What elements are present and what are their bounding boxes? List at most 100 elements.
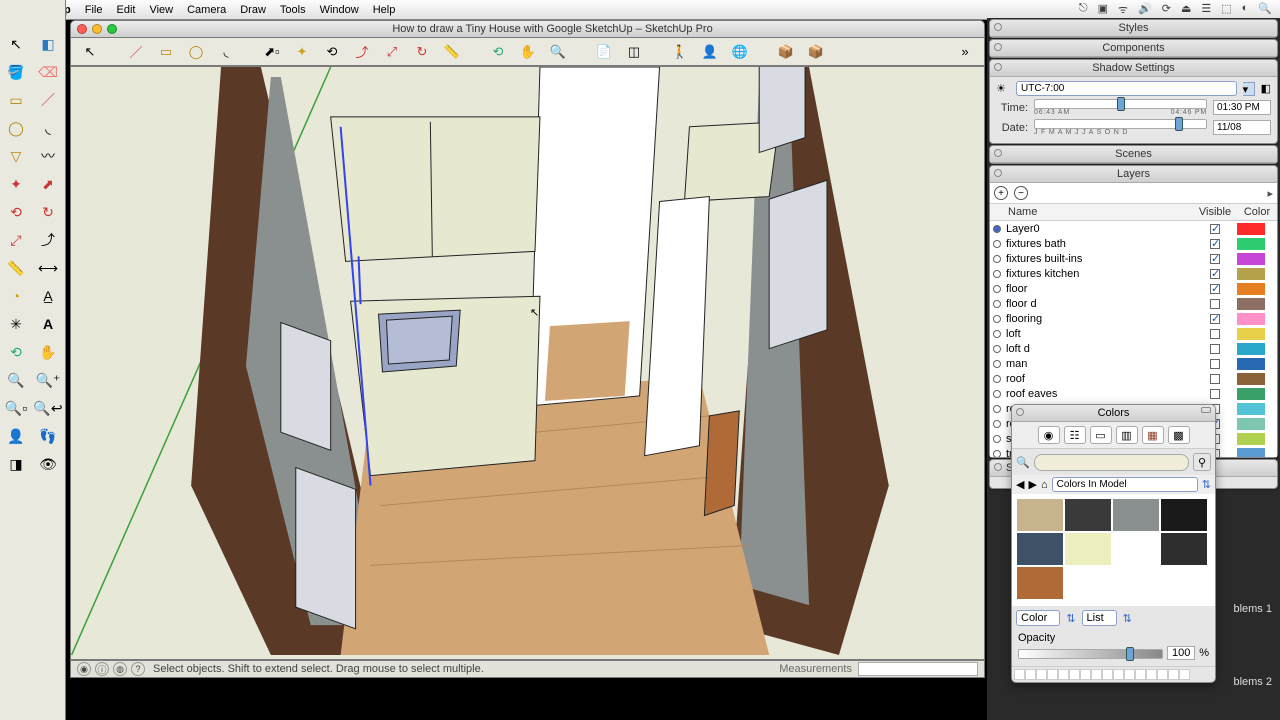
minimize-icon[interactable] [92, 24, 102, 34]
menu-camera[interactable]: Camera [187, 4, 226, 16]
layer-color-swatch[interactable] [1237, 403, 1265, 415]
layer-row[interactable]: flooring [990, 311, 1277, 326]
layer-visible-checkbox[interactable] [1193, 224, 1237, 234]
tray-icon[interactable]: ⏏ [1181, 2, 1191, 17]
zoom-window-tool[interactable]: 🔍▫ [1, 395, 31, 421]
date-slider[interactable] [1034, 119, 1207, 129]
scale-tool[interactable]: ⤢ [1, 227, 31, 253]
layer-visible-checkbox[interactable] [1193, 389, 1237, 399]
layer-color-swatch[interactable] [1237, 373, 1265, 385]
layer-radio[interactable] [990, 405, 1004, 413]
layer-visible-checkbox[interactable] [1193, 299, 1237, 309]
tray-icon[interactable]: ▣ [1098, 2, 1108, 17]
orbit-tool[interactable]: ⟲ [1, 339, 31, 365]
spotlight-icon[interactable]: 🔍 [1258, 2, 1272, 17]
layer-color-swatch[interactable] [1237, 358, 1265, 370]
home-icon[interactable]: ⌂ [1041, 479, 1048, 491]
tray-icon[interactable]: ⎋ [1079, 2, 1088, 17]
layer-color-swatch[interactable] [1237, 253, 1265, 265]
warehouse-tool[interactable]: 📦 [775, 41, 797, 63]
extension-tool[interactable]: 📦 [805, 41, 827, 63]
dimension-tool[interactable]: ⟷ [33, 255, 63, 281]
zoom-extents-tool[interactable]: 🔍⁺ [33, 367, 63, 393]
menu-help[interactable]: Help [373, 4, 396, 16]
time-value[interactable]: 01:30 PM [1213, 100, 1271, 115]
layer-row[interactable]: Layer0 [990, 221, 1277, 236]
3dtext-tool[interactable]: A [33, 311, 63, 337]
pan-tool[interactable]: ✋ [517, 41, 539, 63]
paint-tool[interactable]: 🪣 [1, 59, 31, 85]
select-tool[interactable]: ↖ [1, 31, 31, 57]
hint-icon[interactable]: ⓘ [95, 662, 109, 676]
layer-radio[interactable] [990, 390, 1004, 398]
walk-tool[interactable]: 🚶 [669, 41, 691, 63]
orbit-tool[interactable]: ⟲ [487, 41, 509, 63]
color-swatch[interactable] [1064, 532, 1112, 566]
line-tool[interactable]: ／ [125, 41, 147, 63]
layer-row[interactable]: fixtures built-ins [990, 251, 1277, 266]
layer-row[interactable]: roof eaves [990, 386, 1277, 401]
layer-radio[interactable] [990, 375, 1004, 383]
section-tool[interactable]: ◫ [623, 41, 645, 63]
eraser-tool[interactable]: ⌫ [33, 59, 63, 85]
move-tool[interactable]: ✦ [1, 171, 31, 197]
layer-color-swatch[interactable] [1237, 328, 1265, 340]
help-icon[interactable]: ? [131, 662, 145, 676]
rectangle-tool[interactable]: ▭ [155, 41, 177, 63]
texture-picker-icon[interactable]: ▩ [1168, 426, 1190, 444]
tape-tool[interactable]: 📏 [441, 41, 463, 63]
crayons-picker-icon[interactable]: ▥ [1116, 426, 1138, 444]
image-picker-icon[interactable]: ▭ [1090, 426, 1112, 444]
color-swatch[interactable] [1064, 498, 1112, 532]
library-select[interactable]: Colors In Model [1052, 477, 1198, 492]
hint-icon[interactable]: ◉ [77, 662, 91, 676]
dropdown-icon[interactable]: ▾ [1243, 82, 1255, 96]
tray-icon[interactable]: ⬚ [1221, 2, 1231, 17]
menu-draw[interactable]: Draw [240, 4, 266, 16]
offset-tool[interactable]: ⤴ [351, 41, 373, 63]
layer-visible-checkbox[interactable] [1193, 329, 1237, 339]
tape-tool[interactable]: 📏 [1, 255, 31, 281]
layer-radio[interactable] [990, 315, 1004, 323]
layer-row[interactable]: man [990, 356, 1277, 371]
layer-visible-checkbox[interactable] [1193, 344, 1237, 354]
rectangle-tool[interactable]: ▭ [1, 87, 31, 113]
walk-tool[interactable]: 👣 [33, 423, 63, 449]
arc-tool[interactable]: ◟ [33, 115, 63, 141]
layer-radio[interactable] [990, 285, 1004, 293]
collapse-icon[interactable] [1201, 407, 1211, 413]
timezone-select[interactable]: UTC-7:00 [1016, 81, 1237, 96]
layer-row[interactable]: floor d [990, 296, 1277, 311]
date-value[interactable]: 11/08 [1213, 120, 1271, 135]
measurements-input[interactable] [858, 662, 978, 676]
layer-color-swatch[interactable] [1237, 223, 1265, 235]
model-viewport[interactable]: ↖ [70, 66, 985, 660]
layer-row[interactable]: fixtures kitchen [990, 266, 1277, 281]
layer-radio[interactable] [990, 450, 1004, 458]
axes-tool[interactable]: ✳ [1, 311, 31, 337]
volume-icon[interactable]: 🔊 [1138, 2, 1152, 17]
layer-color-swatch[interactable] [1237, 343, 1265, 355]
layer-color-swatch[interactable] [1237, 388, 1265, 400]
col-visible[interactable]: Visible [1193, 204, 1237, 220]
zoom-tool[interactable]: 🔍 [547, 41, 569, 63]
layer-row[interactable]: floor [990, 281, 1277, 296]
overflow-icon[interactable]: » [954, 41, 976, 63]
layer-radio[interactable] [990, 420, 1004, 428]
back-icon[interactable]: ◀ [1016, 478, 1024, 491]
col-name[interactable]: Name [990, 204, 1193, 220]
layer-visible-checkbox[interactable] [1193, 284, 1237, 294]
position-tool[interactable]: 👤 [699, 41, 721, 63]
layer-color-swatch[interactable] [1237, 448, 1265, 458]
wheel-picker-icon[interactable]: ◉ [1038, 426, 1060, 444]
previous-tool[interactable]: 🔍↩ [33, 395, 63, 421]
layer-color-swatch[interactable] [1237, 418, 1265, 430]
layer-visible-checkbox[interactable] [1193, 269, 1237, 279]
component-tool[interactable]: 📄 [593, 41, 615, 63]
wifi-icon[interactable]: ᯤ [1118, 2, 1128, 17]
layer-row[interactable]: fixtures bath [990, 236, 1277, 251]
pan-tool[interactable]: ✋ [33, 339, 63, 365]
color-swatch[interactable] [1112, 532, 1160, 566]
layer-visible-checkbox[interactable] [1193, 314, 1237, 324]
color-wells[interactable] [1012, 666, 1215, 682]
